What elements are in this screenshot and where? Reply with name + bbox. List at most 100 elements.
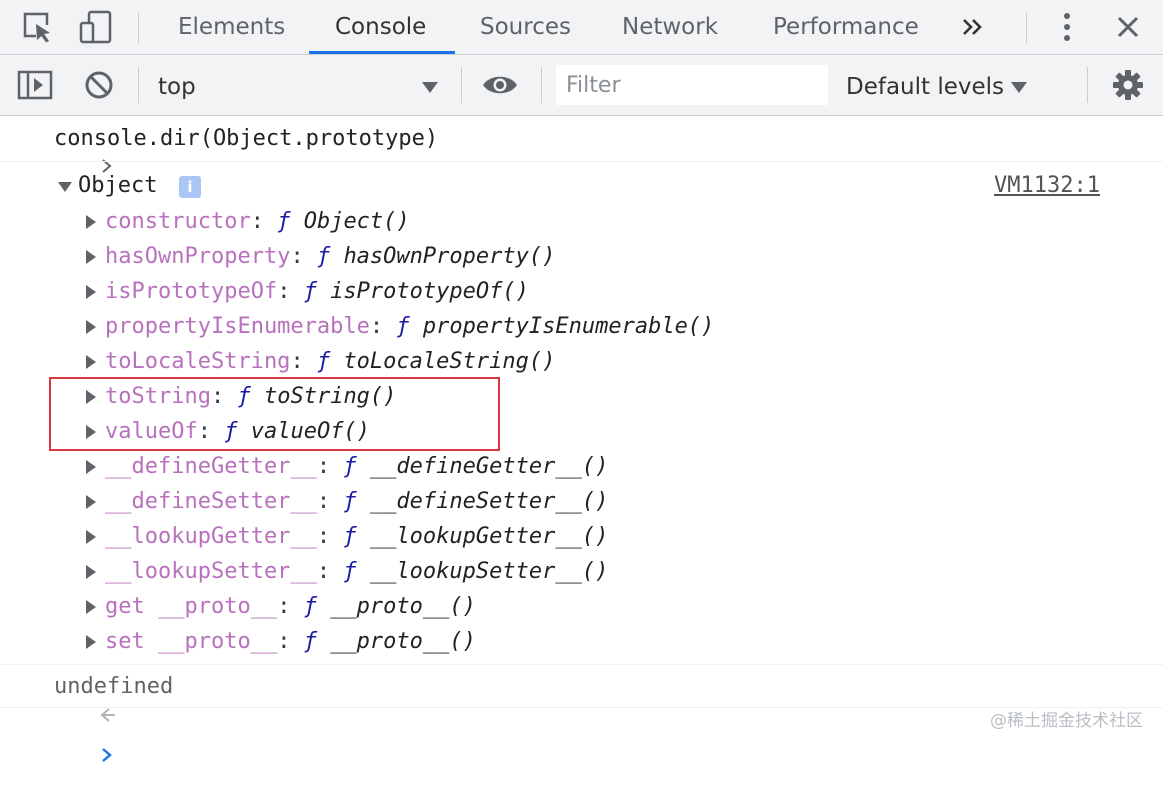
expand-triangle-icon[interactable] (86, 635, 96, 649)
prompt-chevron-icon (22, 719, 113, 794)
info-icon[interactable]: i (179, 176, 201, 198)
device-toolbar-icon[interactable] (78, 0, 114, 54)
tab-console[interactable]: Console (335, 0, 426, 54)
property-entry: constructor: ƒ Object() (105, 209, 410, 234)
settings-gear-icon[interactable] (1110, 55, 1146, 115)
live-expression-eye-icon[interactable] (481, 55, 519, 115)
tabbar-separator (138, 12, 139, 44)
tab-performance[interactable]: Performance (773, 0, 919, 54)
tab-network[interactable]: Network (622, 0, 718, 54)
context-selector-value: top (158, 74, 196, 100)
property-entry: get __proto__: ƒ __proto__() (105, 594, 476, 619)
property-name: __lookupSetter__ (105, 559, 317, 584)
log-levels-dropdown[interactable]: Default levels (846, 55, 1004, 115)
function-icon: ƒ (396, 314, 410, 339)
expand-triangle-icon[interactable] (58, 182, 72, 192)
filter-input[interactable] (556, 65, 828, 105)
property-entry: __lookupGetter__: ƒ __lookupGetter__() (105, 524, 609, 549)
more-tabs-icon[interactable] (958, 0, 988, 54)
function-icon: ƒ (303, 594, 317, 619)
property-row[interactable]: __defineSetter__: ƒ __defineSetter__() (0, 486, 1163, 520)
object-label: Object (78, 173, 158, 198)
function-icon: ƒ (343, 454, 357, 479)
property-row[interactable]: get __proto__: ƒ __proto__() (0, 591, 1163, 625)
expand-triangle-icon[interactable] (86, 565, 96, 579)
message-divider (0, 707, 1163, 708)
toolbar-separator (461, 67, 462, 103)
expand-triangle-icon[interactable] (86, 320, 96, 334)
property-row[interactable]: constructor: ƒ Object() (0, 206, 1163, 240)
toolbar-separator (1087, 67, 1088, 103)
object-header[interactable]: Object i VM1132:1 (0, 171, 1163, 203)
function-name: hasOwnProperty() (343, 244, 556, 269)
expand-triangle-icon[interactable] (86, 215, 96, 229)
active-tab-indicator (309, 51, 455, 54)
console-command: console.dir(Object.prototype) (54, 126, 439, 151)
function-icon: ƒ (343, 489, 357, 514)
property-row[interactable]: __defineGetter__: ƒ __defineGetter__() (0, 451, 1163, 485)
property-name: get __proto__ (105, 594, 278, 619)
function-icon: ƒ (277, 209, 291, 234)
context-selector[interactable]: top (158, 55, 446, 115)
function-icon: ƒ (343, 559, 357, 584)
source-link[interactable]: VM1132:1 (994, 173, 1100, 198)
function-name: __proto__() (330, 594, 476, 619)
property-entry: hasOwnProperty: ƒ hasOwnProperty() (105, 244, 556, 269)
expand-triangle-icon[interactable] (86, 285, 96, 299)
property-row[interactable]: isPrototypeOf: ƒ isPrototypeOf() (0, 276, 1163, 310)
message-divider (0, 161, 1163, 162)
property-row[interactable]: hasOwnProperty: ƒ hasOwnProperty() (0, 241, 1163, 275)
function-name: isPrototypeOf() (330, 279, 529, 304)
property-name: toLocaleString (105, 349, 291, 374)
property-entry: propertyIsEnumerable: ƒ propertyIsEnumer… (105, 314, 715, 339)
toolbar-separator (138, 67, 139, 103)
console-prompt[interactable] (0, 710, 1163, 762)
message-divider (0, 664, 1163, 665)
tab-sources[interactable]: Sources (480, 0, 571, 54)
property-row[interactable]: set __proto__: ƒ __proto__() (0, 626, 1163, 660)
expand-triangle-icon[interactable] (86, 355, 96, 369)
expand-triangle-icon[interactable] (86, 250, 96, 264)
function-name: __defineSetter__() (369, 489, 609, 514)
toolbar-separator (541, 67, 542, 103)
expand-triangle-icon[interactable] (86, 495, 96, 509)
function-name: __lookupGetter__() (369, 524, 609, 549)
function-icon: ƒ (343, 524, 357, 549)
expand-triangle-icon[interactable] (86, 600, 96, 614)
function-icon: ƒ (316, 244, 331, 269)
property-row[interactable]: __lookupGetter__: ƒ __lookupGetter__() (0, 521, 1163, 555)
property-row[interactable]: propertyIsEnumerable: ƒ propertyIsEnumer… (0, 311, 1163, 345)
highlight-box (49, 377, 500, 451)
function-name: propertyIsEnumerable() (422, 314, 715, 339)
property-row[interactable]: toLocaleString: ƒ toLocaleString() (0, 346, 1163, 380)
tab-elements[interactable]: Elements (178, 0, 285, 54)
property-entry: __defineSetter__: ƒ __defineSetter__() (105, 489, 609, 514)
property-name: __defineGetter__ (105, 454, 317, 479)
expand-triangle-icon[interactable] (86, 530, 96, 544)
watermark: @稀土掘金技术社区 (990, 711, 1143, 731)
expand-triangle-icon[interactable] (86, 460, 96, 474)
close-icon[interactable] (1112, 0, 1144, 54)
function-name: __proto__() (330, 629, 476, 654)
devtools-tabbar: Elements Console Sources Network Perform… (0, 0, 1163, 55)
property-entry: __defineGetter__: ƒ __defineGetter__() (105, 454, 609, 479)
property-name: set __proto__ (105, 629, 278, 654)
property-name: propertyIsEnumerable (105, 314, 370, 339)
dropdown-arrow-icon (1011, 79, 1027, 98)
property-entry: isPrototypeOf: ƒ isPrototypeOf() (105, 279, 529, 304)
property-name: constructor (105, 209, 251, 234)
function-name: __defineGetter__() (369, 454, 609, 479)
property-name: __lookupGetter__ (105, 524, 317, 549)
result-value: undefined (54, 674, 174, 699)
kebab-menu-icon[interactable] (1056, 0, 1078, 54)
property-row[interactable]: __lookupSetter__: ƒ __lookupSetter__() (0, 556, 1163, 590)
console-result: undefined (0, 671, 1163, 722)
inspect-element-icon[interactable] (20, 0, 56, 54)
tabbar-separator (1026, 12, 1027, 44)
function-name: Object() (303, 209, 410, 234)
property-name: __defineSetter__ (105, 489, 317, 514)
console-output: console.dir(Object.prototype) Object i V… (0, 116, 1163, 762)
clear-console-icon[interactable] (82, 55, 116, 115)
sidebar-toggle-icon[interactable] (16, 55, 54, 115)
function-icon: ƒ (303, 629, 317, 654)
